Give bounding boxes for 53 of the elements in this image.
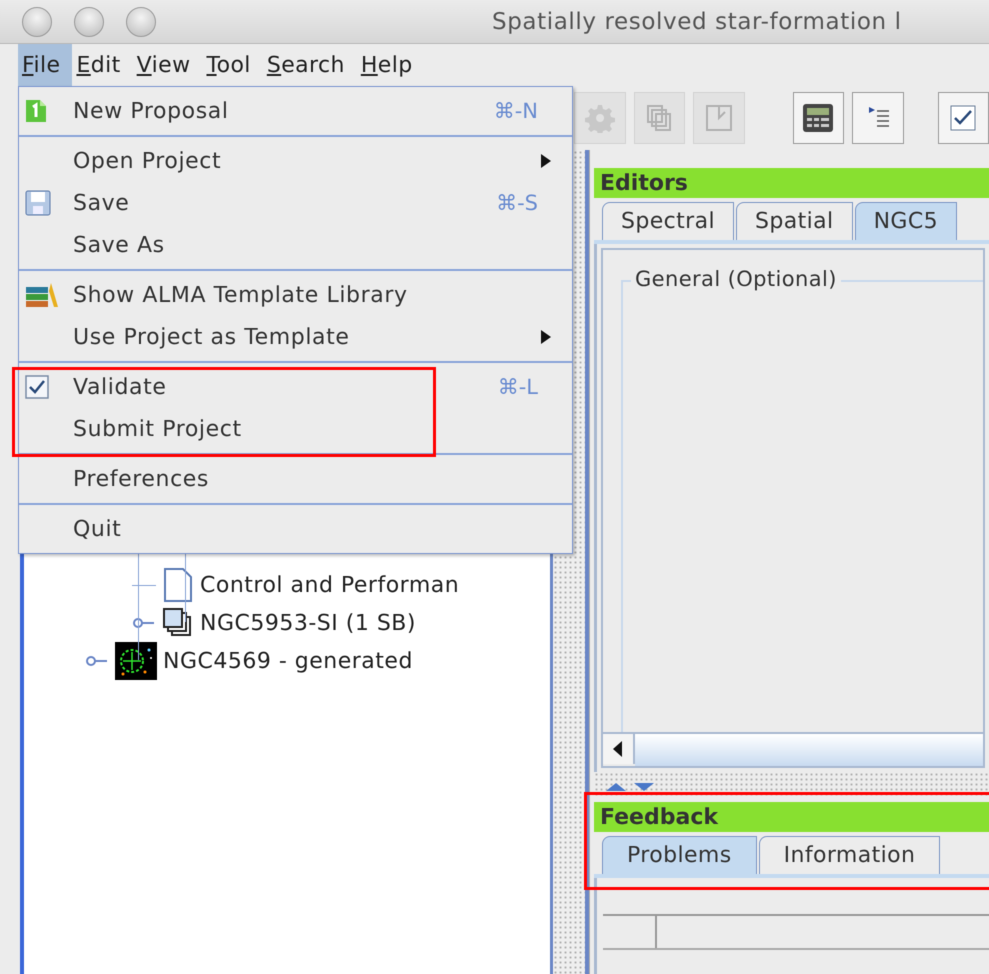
tree-toggle-icon[interactable] [132,616,156,630]
new-document-icon [25,99,47,123]
window-control-button[interactable] [22,6,52,36]
window-control-button[interactable] [126,6,156,36]
menu-item[interactable]: Save ⌘-S [19,182,572,224]
panel-title: Feedback [600,804,718,830]
editor-tab[interactable]: Spatial [736,202,853,240]
window-control-button[interactable] [74,6,104,36]
panel-title: Editors [600,170,688,196]
stacked-pages-icon [162,607,194,639]
menu-item[interactable]: Show ALMA Template Library [19,274,572,316]
books-icon [25,282,59,308]
settings-icon [584,103,615,133]
menu-bar-item[interactable]: Edit [72,44,133,86]
menu-item[interactable]: Use Project as Template [19,316,572,358]
menu-bar-item[interactable]: Search [262,44,357,86]
toolbar-checkbox-button[interactable] [938,92,989,144]
toolbar-list-button[interactable] [852,92,904,144]
scroll-left-icon[interactable] [603,734,635,764]
tree-item[interactable]: NGC5953-SI (1 SB) [200,610,416,636]
menu-item[interactable]: Quit [19,508,572,550]
menu-item[interactable]: Submit Project [19,408,572,450]
document-icon [162,568,194,602]
shortcut-label: ⌘-S [496,191,538,215]
editor-tab[interactable]: Spectral [602,202,734,240]
feedback-tab[interactable]: Information [758,836,940,874]
checkbox-icon [950,105,976,131]
menu-item[interactable]: Preferences [19,458,572,500]
horizontal-scrollbar[interactable] [603,732,983,766]
menu-item[interactable]: Validate ⌘-L [19,366,572,408]
group-title: General (Optional) [631,267,841,291]
submenu-arrow-icon [540,329,552,345]
tree-item[interactable]: NGC4569 - generated [163,648,413,674]
window-title: Spatially resolved star-formation l [492,8,902,34]
chart-icon [704,103,734,133]
shortcut-label: ⌘-N [494,99,538,123]
menu-item[interactable]: Open Project [19,140,572,182]
feedback-tab[interactable]: Problems [602,836,757,874]
shortcut-label: ⌘-L [498,375,538,399]
submenu-arrow-icon [540,153,552,169]
editor-tab[interactable]: NGC5 [854,202,958,240]
checkbox-icon[interactable] [25,375,49,399]
menu-bar-item[interactable]: View [132,44,202,86]
menu-bar-item[interactable]: Tool [202,44,263,86]
menu-bar-item[interactable]: File [18,44,72,86]
galaxy-target-icon [115,642,157,680]
toolbar-calculator-button[interactable] [792,92,844,144]
calculator-icon [801,101,836,135]
tree-toggle-icon[interactable] [85,654,109,668]
tree-item[interactable]: Control and Performan [200,572,460,598]
menu-item[interactable]: Save As [19,224,572,266]
menu-item[interactable]: New Proposal ⌘-N [19,90,572,132]
menu-bar-item[interactable]: Help [356,44,425,86]
